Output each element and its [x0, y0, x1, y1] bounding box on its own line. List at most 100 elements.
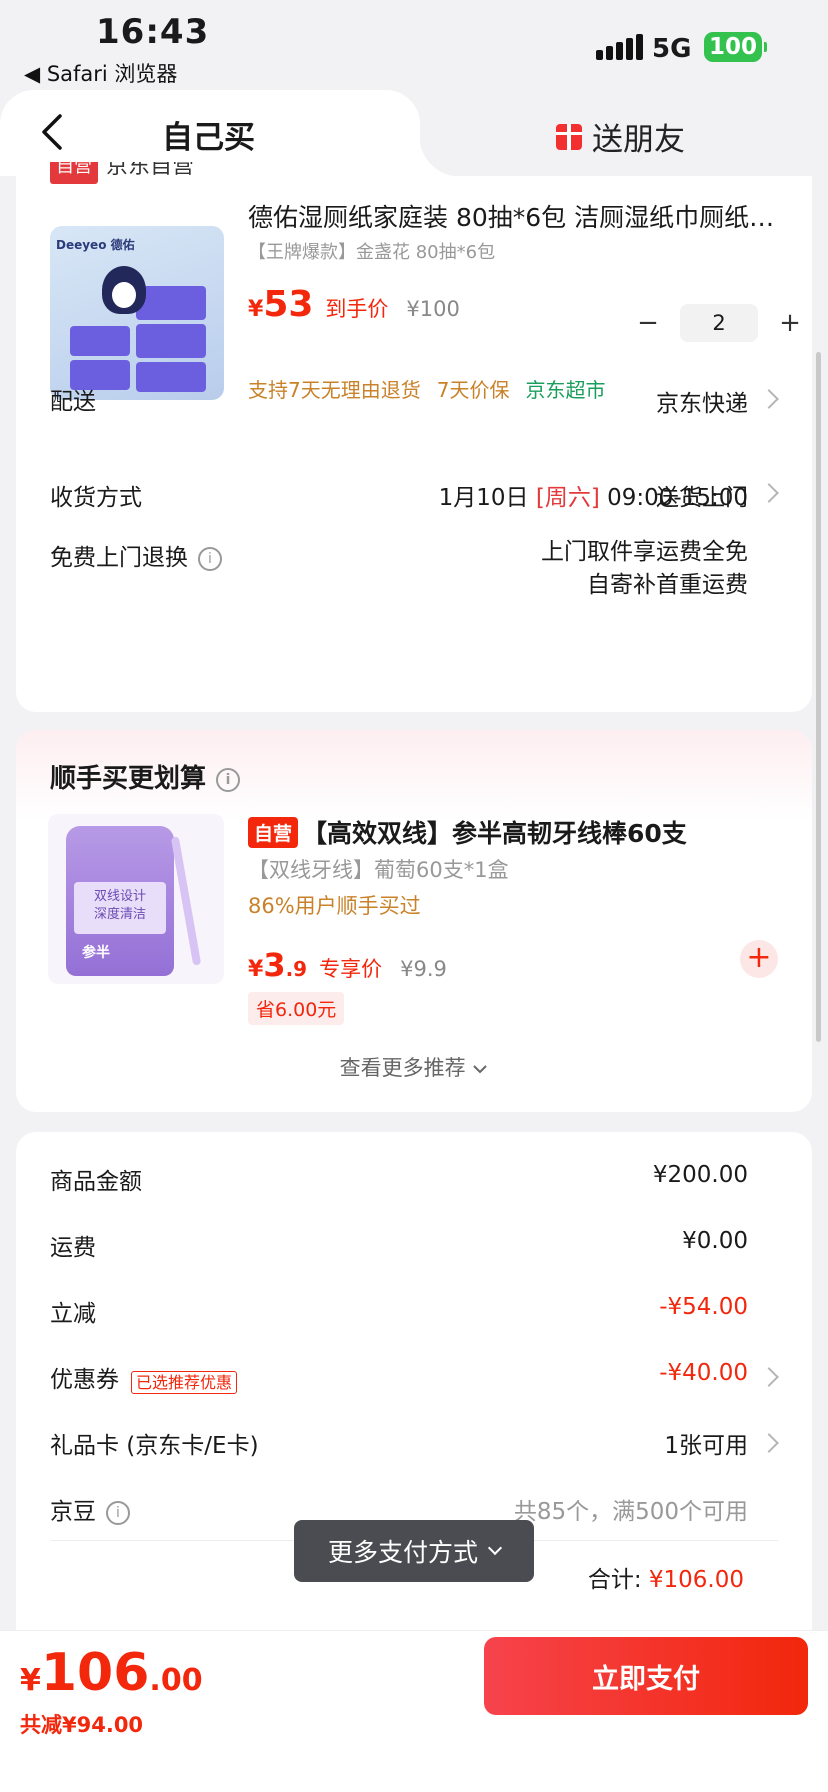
penguin-mascot-icon [102, 266, 146, 314]
recommend-bought-rate: 86%用户顺手买过 [248, 894, 421, 918]
service-supermarket: 京东超市 [525, 378, 606, 402]
delivery-day: 1月10日 [438, 485, 529, 511]
recommend-image[interactable]: 双线设计 深度清洁 参半 [48, 814, 224, 984]
recommend-product-title[interactable]: 自营 【高效双线】参半高韧牙线棒60支 [248, 814, 687, 850]
final-price-label: 到手价 [325, 297, 389, 321]
coupon-label: 优惠券 [50, 1367, 119, 1393]
coupon-tag: 已选推荐优惠 [131, 1370, 238, 1394]
recommend-price: ¥ 3 .9 专享价 ¥9.9 [248, 946, 447, 984]
recommend-price-label: 专享价 [319, 957, 383, 981]
decrease-button[interactable]: − [630, 308, 666, 338]
store-badge: 自营 [50, 162, 98, 184]
quantity-stepper: − 2 + [630, 304, 808, 342]
info-icon[interactable]: i [198, 546, 222, 571]
store-name: 京东自营 [106, 162, 195, 179]
goods-amount-value: ¥200.00 [652, 1162, 748, 1188]
original-price: ¥100 [406, 297, 460, 321]
instant-discount-row: 立减 -¥54.00 [50, 1294, 748, 1328]
free-return-line1: 上门取件享运费全免 [541, 539, 748, 565]
summary-total-label: 合计: [587, 1567, 642, 1593]
more-recommend-text: 查看更多推荐 [339, 1056, 466, 1080]
delivery-label: 配送 [50, 389, 96, 415]
order-card: 自营 京东自营 Deeyeo 德佑 德佑湿厕纸家庭装 80抽*6包 洁厕湿纸巾厕… [16, 162, 812, 712]
recommend-original-price: ¥9.9 [400, 957, 447, 981]
chevron-down-icon [487, 1540, 503, 1556]
currency-symbol: ¥ [248, 297, 264, 322]
product-brand: Deeyeo 德佑 [56, 238, 135, 252]
recommend-card: 顺手买更划算 i 双线设计 深度清洁 参半 自营 【高效双线】参半高韧牙线棒60支… [16, 730, 812, 1112]
network-label: 5G [652, 34, 692, 64]
product-spec[interactable]: 【王牌爆款】金盏花 80抽*6包 [248, 238, 495, 264]
info-icon[interactable]: i [106, 1500, 130, 1525]
giftcard-row[interactable]: 礼品卡 (京东卡/E卡) 1张可用 [50, 1426, 748, 1460]
increase-button[interactable]: + [772, 308, 808, 338]
jingdou-value: 共85个，满500个可用 [513, 1499, 748, 1525]
shipping-label: 运费 [50, 1235, 96, 1261]
tab-self-label: 自己买 [162, 120, 255, 156]
self-operated-badge: 自营 [248, 816, 299, 848]
receive-method-label: 收货方式 [50, 485, 142, 511]
free-return-label: 免费上门退换 i [50, 538, 222, 572]
product-price: ¥ 53 到手价 ¥100 [248, 284, 460, 325]
free-return-value: 上门取件享运费全免 自寄补首重运费 [541, 536, 748, 602]
coupon-chevron-icon[interactable] [759, 1367, 779, 1387]
delivery-chevron-icon[interactable] [759, 389, 779, 409]
currency-symbol: ¥ [248, 957, 264, 982]
giftcard-value: 1张可用 [664, 1433, 748, 1459]
product-title[interactable]: 德佑湿厕纸家庭装 80抽*6包 洁厕湿纸巾厕纸… [248, 198, 778, 234]
giftcard-label: 礼品卡 (京东卡/E卡) [50, 1433, 259, 1459]
chevron-down-icon [473, 1065, 488, 1074]
delivery-weekday: [周六] [535, 485, 600, 511]
service-price-protect: 7天价保 [436, 378, 510, 402]
battery-icon: 100 [704, 32, 767, 62]
more-recommend-link[interactable]: 查看更多推荐 [16, 1052, 812, 1082]
back-to-app-link[interactable]: ◀ Safari 浏览器 [24, 58, 177, 88]
more-payment-methods-button[interactable]: 更多支付方式 [294, 1520, 534, 1582]
jar-label: 双线设计 深度清洁 [74, 882, 166, 934]
bottom-pay-bar: ¥ 106 .00 共减¥94.00 立即支付 [0, 1630, 828, 1792]
receive-chevron-icon[interactable] [759, 483, 779, 503]
quantity-value[interactable]: 2 [680, 304, 758, 342]
instant-discount-value: -¥54.00 [659, 1294, 748, 1320]
scrollbar[interactable] [816, 352, 821, 1042]
service-tags: 支持7天无理由退货 7天价保 京东超市 [248, 374, 605, 403]
recommend-price-int: 3 [263, 946, 286, 984]
recommend-spec[interactable]: 【双线牙线】葡萄60支*1盒 [248, 854, 509, 884]
service-return: 支持7天无理由退货 [248, 378, 421, 402]
free-return-line2: 自寄补首重运费 [587, 572, 748, 598]
back-chevron-icon[interactable] [34, 112, 74, 152]
add-recommend-button[interactable]: + [740, 940, 778, 978]
pay-now-button[interactable]: 立即支付 [484, 1637, 808, 1715]
jar-label-text: 双线设计 深度清洁 [93, 889, 146, 922]
pay-total-dec: .00 [149, 1663, 203, 1698]
summary-total-value: ¥106.00 [648, 1567, 744, 1593]
status-bar: 16:43 ◀ Safari 浏览器 5G 100 [0, 0, 828, 88]
recommend-product-name: 【高效双线】参半高韧牙线棒60支 [302, 819, 687, 848]
giftcard-chevron-icon[interactable] [759, 1433, 779, 1453]
total-saved: 共减¥94.00 [20, 1713, 144, 1737]
tab-gift[interactable]: 送朋友 [556, 114, 685, 159]
jingdou-label-group: 京豆 i [50, 1492, 130, 1526]
recommend-title-text: 顺手买更划算 [50, 764, 207, 794]
signal-icon [596, 34, 643, 60]
receive-method-value[interactable]: 送货上门 [656, 478, 748, 512]
coupon-value: -¥40.00 [659, 1360, 748, 1386]
coupon-label-group: 优惠券 已选推荐优惠 [50, 1360, 238, 1394]
summary-total: 合计: ¥106.00 [588, 1560, 744, 1594]
gift-icon [556, 123, 582, 150]
info-icon[interactable]: i [216, 767, 241, 792]
shipping-value: ¥0.00 [682, 1228, 748, 1254]
goods-amount-row: 商品金额 ¥200.00 [50, 1162, 748, 1196]
shipping-row: 运费 ¥0.00 [50, 1228, 748, 1262]
coupon-row[interactable]: 优惠券 已选推荐优惠 -¥40.00 [50, 1360, 748, 1394]
clock: 16:43 [96, 12, 210, 52]
recommend-title: 顺手买更划算 i [50, 758, 241, 795]
recommend-save-badge: 省6.00元 [248, 992, 345, 1025]
store-header: 自营 京东自营 [50, 162, 194, 184]
product-image[interactable]: Deeyeo 德佑 [50, 226, 224, 400]
instant-discount-label: 立减 [50, 1301, 96, 1327]
pay-total: ¥ 106 .00 [20, 1643, 203, 1703]
tab-gift-label: 送朋友 [592, 122, 685, 158]
delivery-carrier[interactable]: 京东快递 [656, 384, 748, 418]
goods-amount-label: 商品金额 [50, 1169, 142, 1195]
